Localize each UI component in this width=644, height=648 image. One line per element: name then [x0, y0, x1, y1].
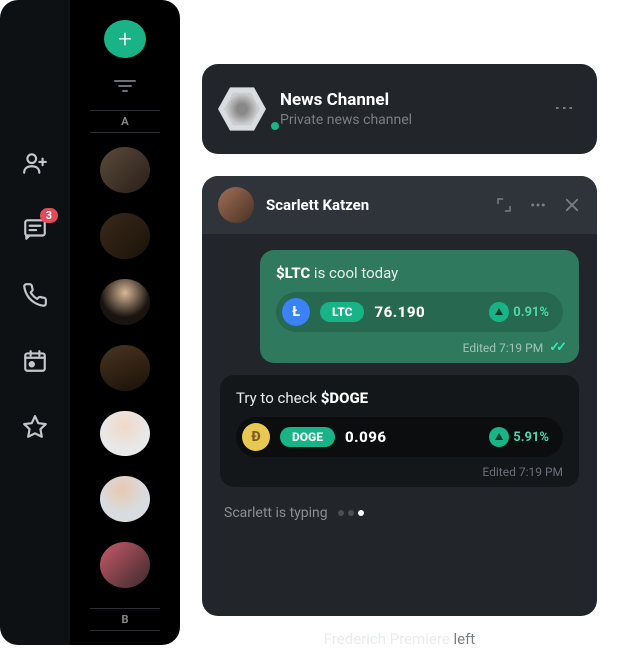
- price-change: 5.91%: [489, 427, 549, 447]
- message-bubble-incoming: Try to check $DOGE Ð DOGE 0.096 5.91% Ed…: [220, 375, 579, 487]
- message-text: $LTC is cool today: [276, 264, 563, 282]
- section-letter-a: A: [90, 110, 160, 133]
- chat-header: Scarlett Katzen: [202, 176, 597, 234]
- section-letter-b: B: [90, 608, 160, 631]
- coin-symbol: LTC: [320, 302, 364, 322]
- typing-indicator: Scarlett is typing: [220, 499, 579, 521]
- typing-dots-icon: [338, 510, 364, 516]
- chat-name: Scarlett Katzen: [266, 196, 479, 214]
- add-button[interactable]: +: [104, 20, 146, 58]
- contact-avatar[interactable]: [100, 279, 150, 325]
- read-receipt-icon: ✓✓: [549, 340, 563, 355]
- trend-up-icon: [489, 427, 509, 447]
- message-meta: Edited 7:19 PM: [236, 465, 563, 479]
- channel-title: News Channel: [280, 90, 553, 110]
- contact-avatar[interactable]: [100, 213, 150, 259]
- messages-icon[interactable]: 3: [22, 216, 48, 242]
- coin-price: 76.190: [374, 303, 425, 321]
- trend-up-icon: [489, 302, 509, 322]
- news-channel-card[interactable]: News Channel Private news channel ⋮: [202, 64, 597, 154]
- nav-rail: 3: [0, 0, 70, 645]
- message-meta: Edited 7:19 PM ✓✓: [276, 340, 563, 355]
- price-change: 0.91%: [489, 302, 549, 322]
- system-message: Frederich Premiere left: [202, 630, 597, 648]
- star-icon[interactable]: [22, 414, 48, 440]
- contacts-column: + A B: [70, 0, 180, 645]
- contact-avatar[interactable]: [100, 147, 150, 193]
- doge-icon: Ð: [242, 423, 270, 451]
- contact-avatar[interactable]: [100, 411, 150, 457]
- expand-icon[interactable]: [495, 196, 513, 214]
- more-icon[interactable]: ⋮: [553, 98, 577, 120]
- presence-dot: [268, 119, 282, 133]
- unread-badge: 3: [40, 208, 58, 223]
- channel-avatar: [218, 85, 280, 133]
- call-icon[interactable]: [22, 282, 48, 308]
- coin-price: 0.096: [345, 428, 387, 446]
- ltc-icon: Ł: [282, 298, 310, 326]
- chat-body: $LTC is cool today Ł LTC 76.190 0.91% Ed…: [202, 234, 597, 596]
- contact-avatar[interactable]: [100, 542, 150, 588]
- contact-avatar[interactable]: [100, 345, 150, 391]
- channel-subtitle: Private news channel: [280, 112, 553, 128]
- crypto-chip[interactable]: Ł LTC 76.190 0.91%: [276, 292, 563, 332]
- crypto-chip[interactable]: Ð DOGE 0.096 5.91%: [236, 417, 563, 457]
- people-icon[interactable]: [22, 150, 48, 176]
- message-bubble-outgoing: $LTC is cool today Ł LTC 76.190 0.91% Ed…: [260, 250, 579, 363]
- chat-card: Scarlett Katzen $LTC is cool today Ł LTC…: [202, 176, 597, 616]
- chat-avatar[interactable]: [218, 187, 254, 223]
- message-text: Try to check $DOGE: [236, 389, 563, 407]
- close-icon[interactable]: [563, 196, 581, 214]
- more-horizontal-icon[interactable]: [529, 196, 547, 214]
- coin-symbol: DOGE: [280, 427, 335, 447]
- calendar-icon[interactable]: [22, 348, 48, 374]
- filter-icon[interactable]: [113, 78, 137, 92]
- contact-avatar[interactable]: [100, 476, 150, 522]
